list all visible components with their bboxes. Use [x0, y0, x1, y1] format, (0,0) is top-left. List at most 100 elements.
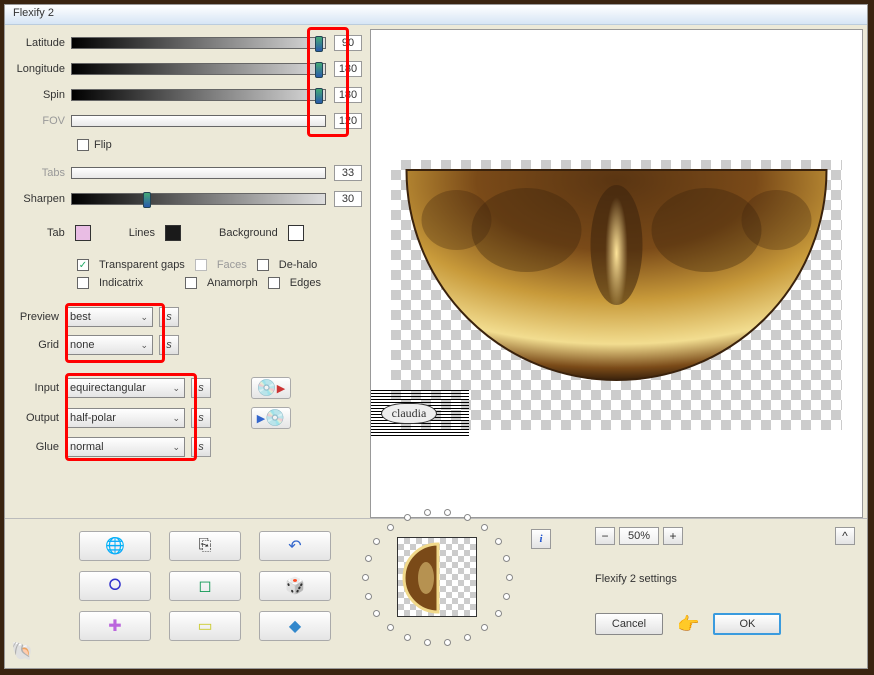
chevron-down-icon: ⌄	[140, 340, 148, 351]
ring-dot[interactable]	[373, 538, 380, 545]
lines-swatch[interactable]	[165, 225, 181, 241]
ring-dot[interactable]	[444, 639, 451, 646]
ok-button[interactable]: OK	[713, 613, 781, 635]
longitude-slider[interactable]	[71, 63, 326, 75]
undo-button[interactable]: ↶	[259, 531, 331, 561]
fov-value[interactable]: 120	[334, 113, 362, 129]
latitude-label: Latitude	[13, 37, 71, 49]
ring-dot[interactable]	[373, 610, 380, 617]
brick-button[interactable]: ▭	[169, 611, 241, 641]
flip-label: Flip	[94, 139, 112, 151]
ring-dot[interactable]	[503, 555, 510, 562]
disc-play-button[interactable]: 💿 ▶	[251, 377, 291, 399]
torus-button[interactable]: ⭘	[79, 571, 151, 601]
settings-label: Flexify 2 settings	[595, 573, 677, 585]
flexify-window: Flexify 2 Latitude 90 Longitude	[4, 4, 868, 669]
zoom-out-button[interactable]: −	[595, 527, 615, 545]
output-select[interactable]: half-polar ⌄	[65, 408, 185, 428]
sharpen-slider[interactable]	[71, 193, 326, 205]
input-select[interactable]: equirectangular ⌄	[65, 378, 185, 398]
play-icon: ▶	[277, 382, 285, 395]
anamorph-checkbox[interactable]	[185, 277, 197, 289]
globe-icon: 🌐	[105, 536, 125, 556]
thumbnail-ring	[359, 525, 519, 655]
flip-checkbox[interactable]	[77, 139, 89, 151]
longitude-value[interactable]: 180	[334, 61, 362, 77]
hand-icon: 👉	[677, 614, 699, 635]
copy-icon: ⎘	[199, 537, 212, 555]
latitude-slider[interactable]	[71, 37, 326, 49]
ring-dot[interactable]	[387, 524, 394, 531]
cancel-button[interactable]: Cancel	[595, 613, 663, 635]
preview-s-button[interactable]: s	[159, 307, 179, 327]
ring-dot[interactable]	[464, 514, 471, 521]
thumbnail[interactable]	[397, 537, 477, 617]
ring-dot[interactable]	[481, 524, 488, 531]
preview-select[interactable]: best ⌄	[65, 307, 153, 327]
info-button[interactable]: i	[531, 529, 551, 549]
ring-dot[interactable]	[444, 509, 451, 516]
ring-dot[interactable]	[404, 514, 411, 521]
copy-button[interactable]: ⎘	[169, 531, 241, 561]
glue-s-button[interactable]: s	[191, 437, 211, 457]
ring-dot[interactable]	[424, 639, 431, 646]
sharpen-handle[interactable]	[143, 192, 151, 208]
dehalo-checkbox[interactable]	[257, 259, 269, 271]
shell-icon[interactable]: 🐚	[11, 641, 33, 662]
cube-icon: ◻	[198, 576, 211, 596]
ring-dot[interactable]	[404, 634, 411, 641]
sharpen-value[interactable]: 30	[334, 191, 362, 207]
output-s-button[interactable]: s	[191, 408, 211, 428]
longitude-row: Longitude 180	[13, 61, 362, 77]
ring-dot[interactable]	[503, 593, 510, 600]
controls-panel: Latitude 90 Longitude 180 Spin	[5, 25, 370, 518]
tabs-row: Tabs 33	[13, 165, 362, 181]
plus-button[interactable]: ✚	[79, 611, 151, 641]
ring-dot[interactable]	[365, 593, 372, 600]
edges-checkbox[interactable]	[268, 277, 280, 289]
watermark: claudia	[370, 390, 469, 436]
input-s-button[interactable]: s	[191, 378, 211, 398]
tabs-slider[interactable]	[71, 167, 326, 179]
play-disc-button[interactable]: ▶ 💿	[251, 407, 291, 429]
ring-dot[interactable]	[495, 610, 502, 617]
dice-button[interactable]: 🎲	[259, 571, 331, 601]
ring-dot[interactable]	[481, 624, 488, 631]
grid-s-button[interactable]: s	[159, 335, 179, 355]
glue-select[interactable]: normal ⌄	[65, 437, 185, 457]
spin-slider[interactable]	[71, 89, 326, 101]
ring-dot[interactable]	[424, 509, 431, 516]
input-value: equirectangular	[70, 382, 146, 394]
spin-value[interactable]: 180	[334, 87, 362, 103]
sharpen-row: Sharpen 30	[13, 191, 362, 207]
ring-dot[interactable]	[365, 555, 372, 562]
spin-label: Spin	[13, 89, 71, 101]
preview-value: best	[70, 311, 91, 323]
caret-button[interactable]: ^	[835, 527, 855, 545]
chevron-down-icon: ⌄	[140, 312, 148, 323]
ring-dot[interactable]	[506, 574, 513, 581]
gem-icon: ◆	[289, 616, 301, 636]
transparent-gaps-checkbox[interactable]: ✓	[77, 259, 89, 271]
spin-handle[interactable]	[315, 88, 323, 104]
glue-value: normal	[70, 441, 104, 453]
ring-dot[interactable]	[362, 574, 369, 581]
grid-select[interactable]: none ⌄	[65, 335, 153, 355]
zoom-in-button[interactable]: +	[663, 527, 683, 545]
latitude-value[interactable]: 90	[334, 35, 362, 51]
icon-grid: 🌐 ⎘ ↶ ⭘ ◻ 🎲 ✚ ▭ ◆	[79, 531, 347, 641]
tab-swatch[interactable]	[75, 225, 91, 241]
gem-button[interactable]: ◆	[259, 611, 331, 641]
latitude-handle[interactable]	[315, 36, 323, 52]
cube-button[interactable]: ◻	[169, 571, 241, 601]
indicatrix-checkbox[interactable]	[77, 277, 89, 289]
zoom-value[interactable]: 50%	[619, 527, 659, 545]
ring-dot[interactable]	[495, 538, 502, 545]
ring-dot[interactable]	[387, 624, 394, 631]
glue-row: Glue normal ⌄ s	[13, 437, 362, 457]
globe-button[interactable]: 🌐	[79, 531, 151, 561]
longitude-handle[interactable]	[315, 62, 323, 78]
tabs-value[interactable]: 33	[334, 165, 362, 181]
background-swatch[interactable]	[288, 225, 304, 241]
ring-dot[interactable]	[464, 634, 471, 641]
